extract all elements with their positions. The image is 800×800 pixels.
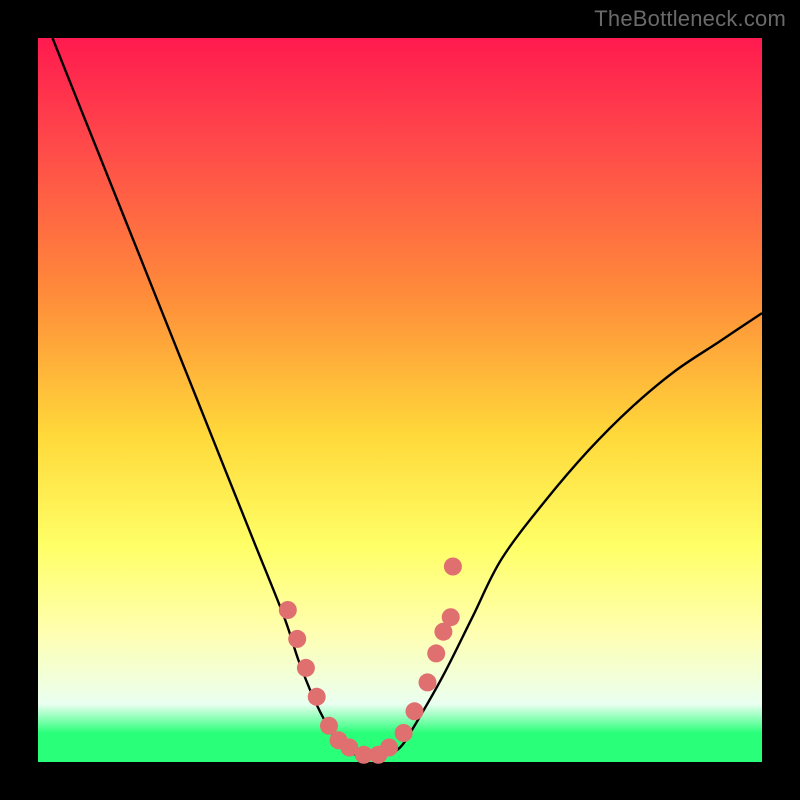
marker-point: [427, 644, 445, 662]
marker-point: [288, 630, 306, 648]
marker-point: [444, 558, 462, 576]
watermark-text: TheBottleneck.com: [594, 6, 786, 32]
marker-point: [380, 739, 398, 757]
marker-point: [279, 601, 297, 619]
marker-point: [419, 673, 437, 691]
marker-point: [442, 608, 460, 626]
marker-group: [279, 558, 462, 764]
marker-point: [297, 659, 315, 677]
curve-svg: [38, 38, 762, 762]
marker-point: [308, 688, 326, 706]
marker-point: [395, 724, 413, 742]
marker-point: [406, 702, 424, 720]
chart-frame: TheBottleneck.com: [0, 0, 800, 800]
bottleneck-curve: [53, 38, 763, 755]
plot-area: [38, 38, 762, 762]
